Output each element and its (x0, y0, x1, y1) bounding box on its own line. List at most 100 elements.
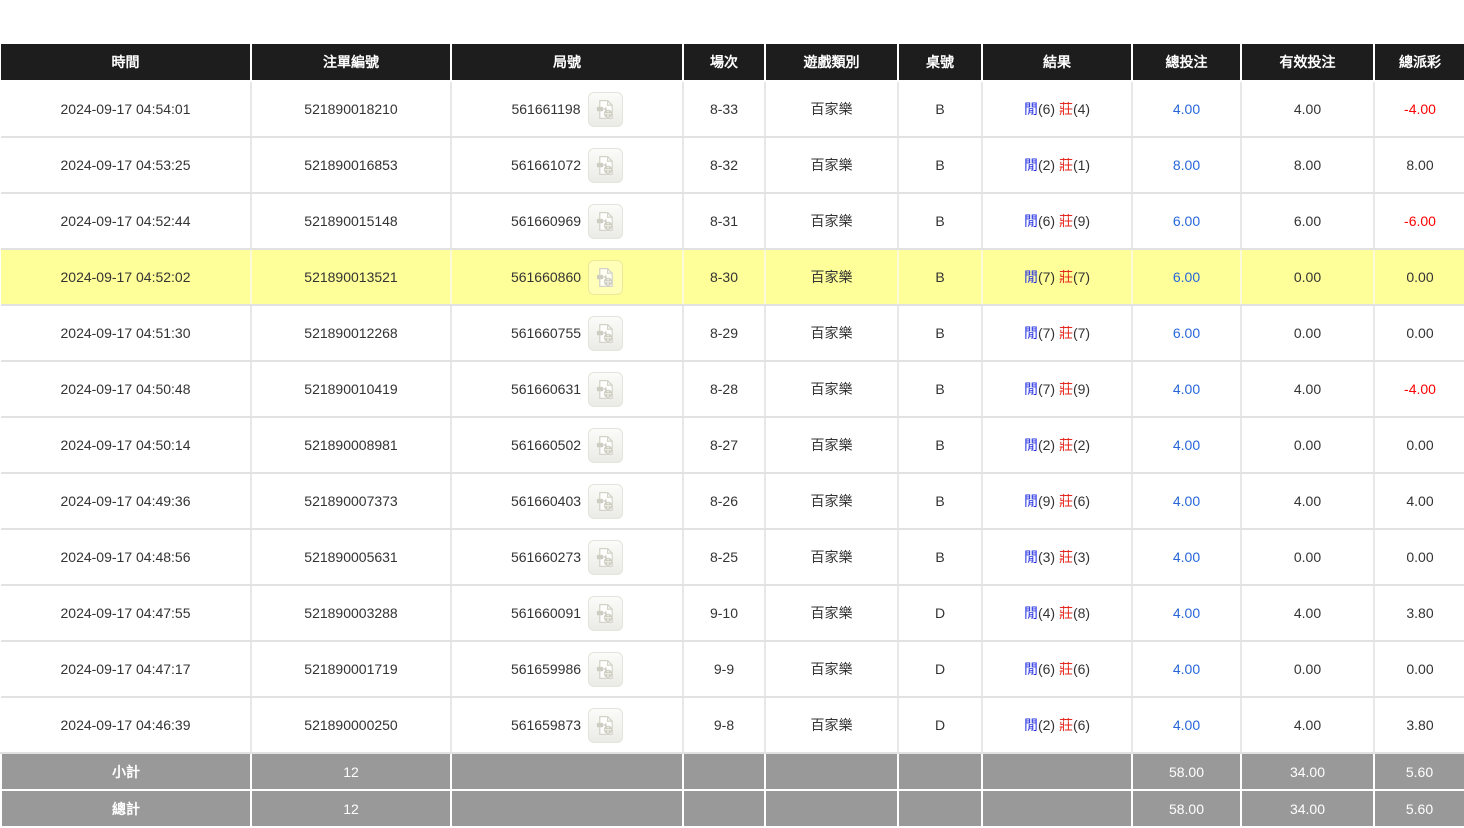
result-cell: 閒(3) 莊(3) (982, 529, 1132, 585)
round-number-cell: 561660631 (451, 361, 683, 417)
player-label: 閒 (1024, 269, 1038, 285)
video-replay-icon (594, 98, 617, 121)
video-replay-button[interactable] (588, 484, 623, 519)
player-score: (6) (1038, 101, 1059, 117)
summary-total-bet: 58.00 (1132, 790, 1241, 827)
video-replay-button[interactable] (588, 260, 623, 295)
table-summary: 小計1258.0034.005.60總計1258.0034.005.60 (1, 753, 1464, 827)
round-number: 561660273 (511, 549, 581, 565)
valid-bet-cell: 0.00 (1241, 641, 1374, 697)
video-replay-button[interactable] (588, 596, 623, 631)
video-replay-button[interactable] (588, 372, 623, 407)
total-bet-cell: 4.00 (1132, 585, 1241, 641)
payout-cell: -6.00 (1374, 193, 1464, 249)
summary-label: 小計 (1, 753, 251, 790)
round-number-cell: 561659873 (451, 697, 683, 753)
player-label: 閒 (1024, 437, 1038, 453)
summary-count: 12 (251, 753, 451, 790)
round-number-cell: 561660755 (451, 305, 683, 361)
summary-payout: 5.60 (1374, 790, 1464, 827)
time-cell: 2024-09-17 04:54:01 (1, 81, 251, 137)
video-replay-button[interactable] (588, 428, 623, 463)
round-number-cell: 561659986 (451, 641, 683, 697)
summary-valid-bet: 34.00 (1241, 753, 1374, 790)
player-score: (2) (1038, 437, 1059, 453)
summary-empty-game-type (765, 753, 898, 790)
round-number-wrap: 561661198 (453, 92, 681, 127)
round-number-wrap: 561660860 (453, 260, 681, 295)
video-replay-icon (594, 210, 617, 233)
table-code-cell: B (898, 137, 982, 193)
valid-bet-cell: 0.00 (1241, 305, 1374, 361)
video-replay-button[interactable] (588, 540, 623, 575)
game-type-cell: 百家樂 (765, 361, 898, 417)
result-cell: 閒(7) 莊(7) (982, 305, 1132, 361)
banker-score: (1) (1073, 157, 1090, 173)
video-replay-icon (594, 602, 617, 625)
total-bet-cell: 4.00 (1132, 81, 1241, 137)
bet-number-cell: 521890010419 (251, 361, 451, 417)
player-label: 閒 (1024, 325, 1038, 341)
banker-label: 莊 (1059, 661, 1073, 677)
round-number: 561660755 (511, 325, 581, 341)
summary-payout: 5.60 (1374, 753, 1464, 790)
table-code-cell: B (898, 305, 982, 361)
table-code-cell: B (898, 193, 982, 249)
header-row: 時間注單編號局號場次遊戲類別桌號結果總投注有效投注總派彩 (1, 44, 1464, 81)
game-type-cell: 百家樂 (765, 81, 898, 137)
column-header-total_bet: 總投注 (1132, 44, 1241, 81)
payout-cell: -4.00 (1374, 361, 1464, 417)
table-row: 2024-09-17 04:51:30521890012268561660755… (1, 305, 1464, 361)
table-row: 2024-09-17 04:53:25521890016853561661072… (1, 137, 1464, 193)
column-header-table_no: 桌號 (898, 44, 982, 81)
valid-bet-cell: 4.00 (1241, 81, 1374, 137)
payout-cell: 8.00 (1374, 137, 1464, 193)
result-cell: 閒(9) 莊(6) (982, 473, 1132, 529)
time-cell: 2024-09-17 04:51:30 (1, 305, 251, 361)
session-cell: 8-32 (683, 137, 765, 193)
column-header-result: 結果 (982, 44, 1132, 81)
payout-cell: -4.00 (1374, 81, 1464, 137)
table-row: 2024-09-17 04:54:01521890018210561661198… (1, 81, 1464, 137)
round-number-wrap: 561660502 (453, 428, 681, 463)
banker-label: 莊 (1059, 549, 1073, 565)
video-replay-button[interactable] (588, 316, 623, 351)
video-replay-button[interactable] (588, 92, 623, 127)
video-replay-button[interactable] (588, 708, 623, 743)
summary-label: 總計 (1, 790, 251, 827)
player-label: 閒 (1024, 549, 1038, 565)
table-code-cell: D (898, 697, 982, 753)
time-cell: 2024-09-17 04:47:17 (1, 641, 251, 697)
round-number-cell: 561660502 (451, 417, 683, 473)
video-replay-button[interactable] (588, 204, 623, 239)
round-number-wrap: 561659873 (453, 708, 681, 743)
column-header-payout: 總派彩 (1374, 44, 1464, 81)
table-code-cell: B (898, 361, 982, 417)
session-cell: 8-25 (683, 529, 765, 585)
summary-count: 12 (251, 790, 451, 827)
result-cell: 閒(2) 莊(2) (982, 417, 1132, 473)
video-replay-button[interactable] (588, 148, 623, 183)
total-bet-cell: 6.00 (1132, 249, 1241, 305)
player-score: (7) (1038, 381, 1059, 397)
game-type-cell: 百家樂 (765, 585, 898, 641)
table-row: 2024-09-17 04:50:14521890008981561660502… (1, 417, 1464, 473)
banker-label: 莊 (1059, 605, 1073, 621)
round-number-cell: 561660273 (451, 529, 683, 585)
time-cell: 2024-09-17 04:46:39 (1, 697, 251, 753)
table-code-cell: B (898, 249, 982, 305)
player-label: 閒 (1024, 213, 1038, 229)
player-score: (2) (1038, 717, 1059, 733)
valid-bet-cell: 0.00 (1241, 249, 1374, 305)
game-type-cell: 百家樂 (765, 137, 898, 193)
video-replay-button[interactable] (588, 652, 623, 687)
round-number-cell: 561661072 (451, 137, 683, 193)
banker-score: (3) (1073, 549, 1090, 565)
banker-score: (6) (1073, 717, 1090, 733)
video-replay-icon (594, 490, 617, 513)
session-cell: 9-10 (683, 585, 765, 641)
session-cell: 8-26 (683, 473, 765, 529)
column-header-session: 場次 (683, 44, 765, 81)
time-cell: 2024-09-17 04:48:56 (1, 529, 251, 585)
summary-empty-table-code (898, 790, 982, 827)
